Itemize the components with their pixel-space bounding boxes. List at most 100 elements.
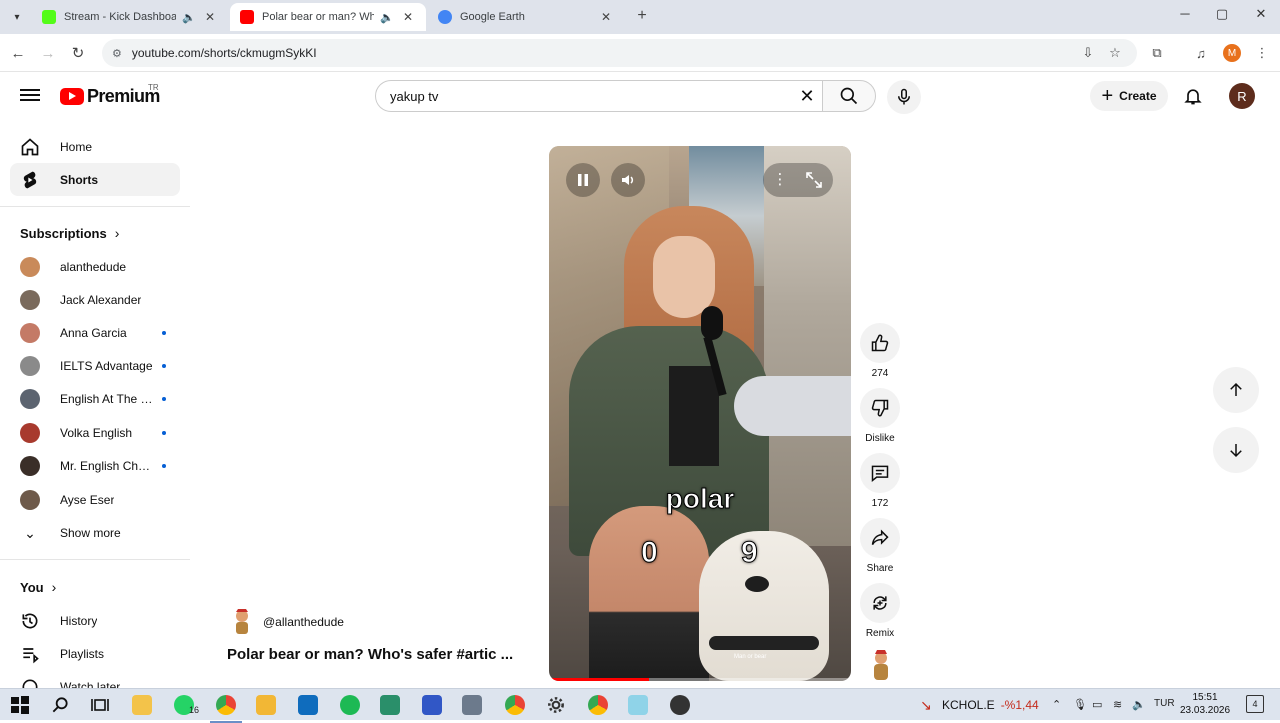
voice-search-button[interactable] (887, 80, 921, 114)
show-hidden-icons[interactable]: ⌃ (1052, 698, 1061, 711)
outlook-app-icon[interactable] (298, 695, 318, 715)
media-control-icon[interactable]: ♫ (1191, 43, 1211, 63)
battery-icon[interactable]: ▭ (1092, 698, 1102, 711)
short-title[interactable]: Polar bear or man? Who's safer #artic ..… (227, 646, 513, 663)
pause-button[interactable] (566, 163, 600, 197)
mute-button[interactable] (611, 163, 645, 197)
comments-action[interactable]: 172 (860, 453, 900, 509)
like-action[interactable]: 274 (860, 323, 900, 379)
video-progress-bar[interactable] (549, 678, 851, 681)
reload-button[interactable]: ↻ (68, 43, 88, 63)
bookmark-star-icon[interactable]: ☆ (1105, 43, 1125, 63)
subscription-ielts-advantage[interactable]: IELTS Advantage (20, 351, 180, 381)
rdo-app-icon[interactable] (422, 695, 442, 715)
task-view-button[interactable] (90, 695, 110, 715)
taskbar-clock[interactable]: 15:51 23.03.2026 (1180, 691, 1230, 717)
notes-app-icon[interactable] (628, 695, 648, 715)
store-app-icon[interactable] (132, 695, 152, 715)
install-app-icon[interactable]: ⇩ (1078, 43, 1098, 63)
like-count: 274 (871, 368, 889, 379)
tab-search-button[interactable]: ▾ (6, 7, 28, 27)
subscription-alanthedude[interactable]: alanthedude (20, 252, 180, 282)
close-tab-icon[interactable]: ✕ (202, 10, 218, 24)
dislike-action[interactable]: Dislike (860, 388, 900, 444)
close-tab-icon[interactable]: ✕ (400, 10, 416, 24)
channel-avatar (20, 456, 40, 476)
extensions-icon[interactable]: ⧉ (1147, 43, 1167, 63)
chrome-app-icon[interactable] (210, 695, 242, 723)
subscription-english-at-the-races[interactable]: English At The Races (20, 384, 180, 414)
chrome-second-icon[interactable] (588, 695, 608, 715)
subscription-ayse-eser[interactable]: Ayse Eser (20, 485, 180, 515)
subscription-mr-english-channel[interactable]: Mr. English Channel (20, 451, 180, 481)
tab-google-earth[interactable]: Google Earth ✕ (428, 3, 624, 31)
share-icon (871, 529, 889, 546)
you-heading[interactable]: You › (20, 579, 56, 595)
sidebar-item-history[interactable]: History (20, 606, 180, 636)
short-channel-row[interactable]: @allanthedude (230, 608, 344, 636)
language-indicator[interactable]: TUR (1154, 698, 1175, 709)
app-window-icon[interactable] (462, 695, 482, 715)
channel-name: IELTS Advantage (60, 359, 153, 373)
sidebar-item-home[interactable]: Home (10, 130, 180, 163)
share-button[interactable] (860, 518, 900, 558)
settings-app-icon[interactable] (546, 695, 566, 715)
notifications-tray-icon[interactable]: 4 (1246, 695, 1264, 713)
create-button[interactable]: + Create (1090, 81, 1168, 111)
share-action[interactable]: Share (860, 518, 900, 574)
microphone-tray-icon[interactable]: 🎙 (1073, 698, 1087, 711)
site-info-icon[interactable]: ⚙ (112, 47, 122, 60)
close-tab-icon[interactable]: ✕ (598, 10, 614, 24)
back-button[interactable]: ← (8, 43, 28, 63)
start-button[interactable] (10, 695, 30, 715)
like-button[interactable] (860, 323, 900, 363)
subscription-volka-english[interactable]: Volka English (20, 418, 180, 448)
address-bar[interactable]: ⚙ youtube.com/shorts/ckmugmSykKI (102, 39, 1137, 67)
short-video-player[interactable]: Man or bear polar 0 9 ⋮ (549, 146, 851, 681)
account-avatar[interactable]: R (1229, 83, 1255, 109)
wifi-icon[interactable]: ≋ (1113, 698, 1122, 711)
menu-icon[interactable] (20, 86, 40, 106)
fullscreen-icon[interactable] (805, 171, 823, 189)
search-button[interactable] (822, 80, 876, 112)
taskbar-search-button[interactable] (50, 695, 70, 715)
dislike-button[interactable] (860, 388, 900, 428)
new-tab-button[interactable]: + (632, 6, 652, 26)
file-explorer-icon[interactable] (256, 695, 276, 715)
youtube-premium-logo[interactable]: Premium TR (60, 83, 160, 107)
next-short-button[interactable] (1213, 427, 1259, 473)
spotify-app-icon[interactable] (340, 695, 360, 715)
sidebar-item-playlists[interactable]: Playlists (20, 639, 180, 669)
browser-profile-avatar[interactable]: M (1223, 44, 1241, 62)
sidebar-item-watch-later[interactable]: Watch later (20, 672, 180, 688)
clear-search-icon[interactable]: ✕ (796, 85, 818, 107)
tab-youtube-short[interactable]: Polar bear or man? Who's safer 🔈 ✕ (230, 3, 426, 31)
tab-kick-dashboard[interactable]: Stream - Kick Dashboard 🔈 ✕ (32, 3, 228, 31)
channel-handle[interactable]: @allanthedude (263, 615, 344, 629)
stock-ticker[interactable]: ↘ KCHOL.E -%1,44 (920, 697, 1039, 713)
volume-tray-icon[interactable]: 🔈 (1132, 698, 1146, 711)
sidebar-item-shorts[interactable]: Shorts (10, 163, 180, 196)
subscriptions-heading[interactable]: Subscriptions › (20, 225, 119, 241)
previous-short-button[interactable] (1213, 367, 1259, 413)
show-more-button[interactable]: ⌄ Show more (20, 518, 180, 548)
browser-menu-icon[interactable]: ⋮ (1252, 43, 1272, 63)
chrome-profile-icon[interactable] (505, 695, 525, 715)
clock-date: 23.03.2026 (1180, 705, 1231, 716)
notifications-button[interactable] (1183, 86, 1203, 106)
forward-button[interactable]: → (38, 43, 58, 63)
subscription-anna-garcia[interactable]: Anna Garcia (20, 318, 180, 348)
close-window-button[interactable]: ✕ (1246, 6, 1276, 26)
remix-button[interactable] (860, 583, 900, 623)
search-input[interactable]: yakup tv ✕ (375, 80, 823, 112)
comments-button[interactable] (860, 453, 900, 493)
more-options-icon[interactable]: ⋮ (771, 171, 789, 189)
minimize-button[interactable]: ─ (1170, 6, 1200, 26)
subscription-jack-alexander[interactable]: Jack Alexander (20, 285, 180, 315)
remix-action[interactable]: Remix (860, 583, 900, 639)
obs-app-icon[interactable] (670, 695, 690, 715)
channel-avatar-small[interactable] (870, 648, 892, 682)
app-icon[interactable] (380, 695, 400, 715)
maximize-button[interactable]: ▢ (1207, 6, 1237, 26)
country-code: TR (148, 83, 159, 92)
